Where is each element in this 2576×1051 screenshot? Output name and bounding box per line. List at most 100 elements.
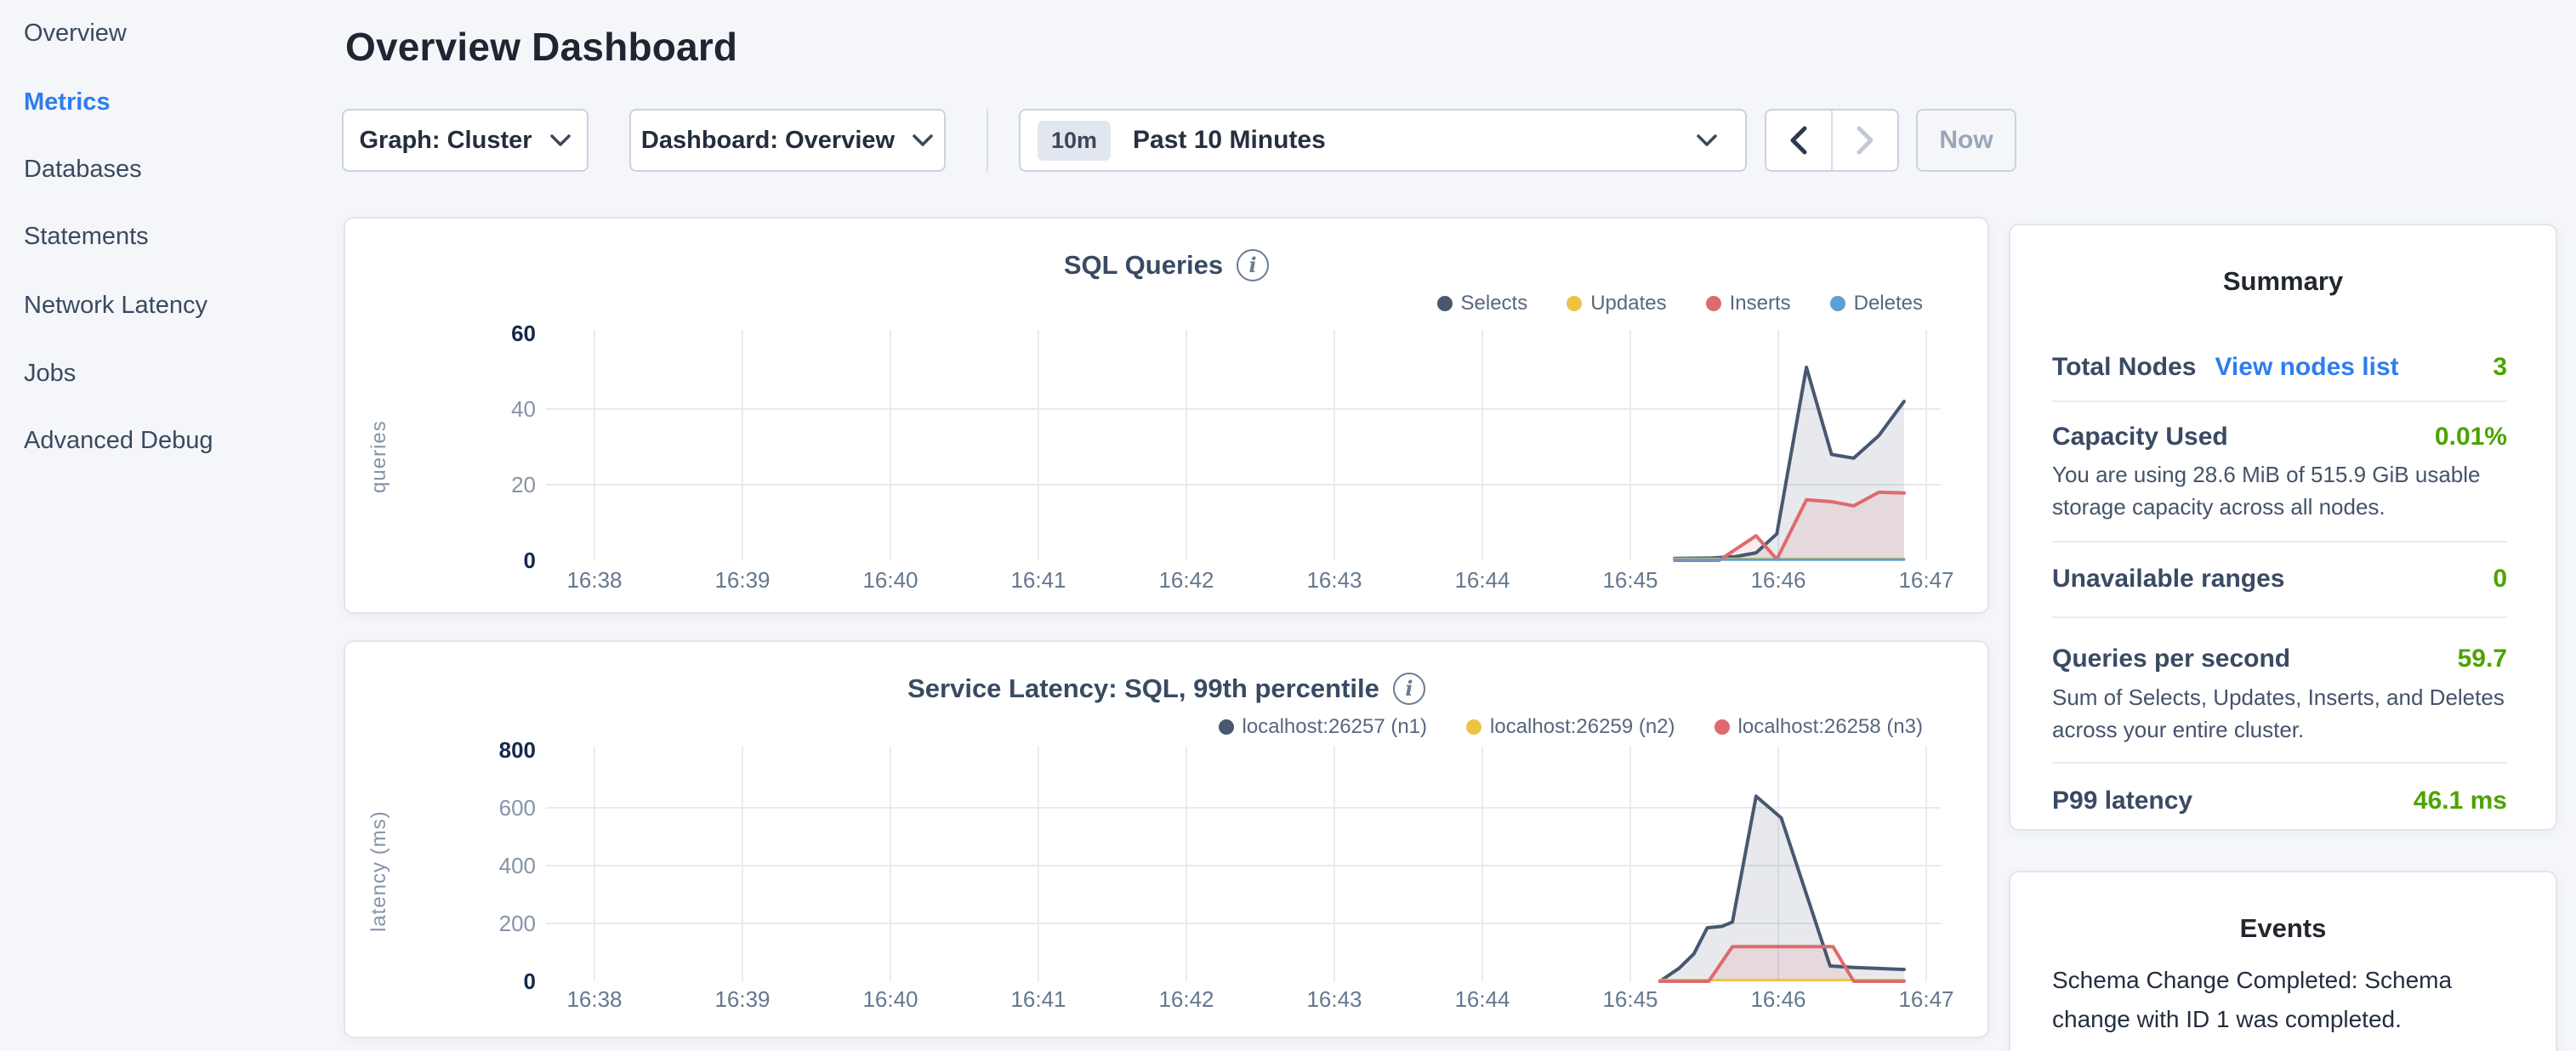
total-nodes-label: Total Nodes [2052,353,2196,382]
x-axis-tick: 16:45 [1571,564,1690,596]
capacity-used-description: You are using 28.6 MiB of 515.9 GiB usab… [2052,458,2522,523]
summary-row-p99: P99 latency 46.1 ms [2052,782,2507,820]
summary-title: Summary [2010,266,2556,297]
y-axis-tick: 800 [451,734,536,766]
qps-label: Queries per second [2052,645,2290,673]
legend-dot-icon [1466,719,1481,735]
summary-row-total-nodes: Total Nodes View nodes list 3 [2052,349,2507,386]
summary-row-capacity: Capacity Used 0.01% [2052,418,2507,456]
graph-scope-dropdown[interactable]: Graph: Cluster [342,109,589,172]
sidebar-item-statements[interactable]: Statements [24,218,149,255]
chart-legend: localhost:26257 (n1)localhost:26259 (n2)… [1219,715,1923,739]
dashboard-dropdown[interactable]: Dashboard: Overview [629,109,946,172]
time-step-buttons [1765,109,1899,172]
qps-description: Sum of Selects, Updates, Inserts, and De… [2052,681,2522,746]
y-axis-tick: 0 [451,965,536,997]
x-axis-tick: 16:47 [1867,564,1986,596]
chart-title: SQL Queries [1064,250,1223,281]
y-axis-tick: 40 [451,393,536,425]
time-range-badge: 10m [1038,121,1111,161]
x-axis-tick: 16:46 [1719,983,1838,1015]
admin-ui-root: OverviewMetricsDatabasesStatementsNetwor… [0,0,2576,1051]
y-axis-tick: 20 [451,469,536,501]
sidebar-item-network-latency[interactable]: Network Latency [24,287,208,324]
divider [2052,541,2507,543]
info-icon[interactable]: i [1393,673,1425,705]
chart-legend: SelectsUpdatesInsertsDeletes [1437,292,1924,315]
sidebar-item-overview[interactable]: Overview [24,14,127,52]
chevron-right-icon [1856,126,1874,155]
legend-item: Inserts [1706,292,1791,315]
x-axis-tick: 16:43 [1275,564,1394,596]
qps-value: 59.7 [2458,645,2507,673]
y-axis-tick: 600 [451,792,536,824]
info-icon[interactable]: i [1237,249,1269,281]
controls-divider [987,109,988,172]
x-axis-tick: 16:40 [831,564,950,596]
time-step-forward-button[interactable] [1831,111,1897,170]
legend-dot-icon [1830,296,1845,311]
service-latency-plot[interactable] [546,746,1941,992]
x-axis-tick: 16:44 [1423,983,1542,1015]
time-step-back-button[interactable] [1766,111,1831,170]
time-range-label: Past 10 Minutes [1133,126,1326,155]
dashboard-label: Dashboard: Overview [641,127,895,155]
x-axis-tick: 16:46 [1719,564,1838,596]
chevron-down-icon [912,134,934,147]
time-range-dropdown[interactable]: 10m Past 10 Minutes [1019,109,1747,172]
y-axis-title: queries [367,329,391,584]
capacity-used-label: Capacity Used [2052,423,2228,452]
sidebar-item-advanced-debug[interactable]: Advanced Debug [24,422,213,459]
sql-queries-chart-card: SQL Queries i SelectsUpdatesInsertsDelet… [344,217,1989,614]
chevron-down-icon [1696,134,1718,147]
x-axis-tick: 16:42 [1127,564,1246,596]
x-axis-tick: 16:47 [1867,983,1986,1015]
p99-latency-label: P99 latency [2052,787,2192,815]
event-message[interactable]: Schema Change Completed: Schema change w… [2052,961,2516,1039]
legend-dot-icon [1437,296,1453,311]
summary-row-unavailable-ranges: Unavailable ranges 0 [2052,560,2507,598]
events-title: Events [2010,913,2556,944]
total-nodes-value: 3 [2493,353,2507,382]
legend-item: Updates [1567,292,1666,315]
capacity-used-value: 0.01% [2435,423,2507,452]
x-axis-tick: 16:40 [831,983,950,1015]
legend-item: localhost:26257 (n1) [1219,715,1427,739]
legend-dot-icon [1706,296,1721,311]
sidebar-item-jobs[interactable]: Jobs [24,355,76,392]
p99-latency-value: 46.1 ms [2414,787,2507,815]
y-axis-tick: 400 [451,849,536,882]
x-axis-tick: 16:43 [1275,983,1394,1015]
x-axis-tick: 16:42 [1127,983,1246,1015]
x-axis-tick: 16:41 [979,983,1098,1015]
unavailable-ranges-label: Unavailable ranges [2052,565,2284,594]
legend-dot-icon [1714,719,1730,735]
legend-item: localhost:26258 (n3) [1714,715,1923,739]
x-axis-tick: 16:39 [683,564,802,596]
events-panel: Events Schema Change Completed: Schema c… [2009,871,2557,1051]
x-axis-tick: 16:41 [979,564,1098,596]
legend-dot-icon [1219,719,1234,735]
x-axis-tick: 16:39 [683,983,802,1015]
y-axis-tick: 0 [451,544,536,577]
chart-title: Service Latency: SQL, 99th percentile [907,673,1379,704]
chevron-down-icon [549,134,571,147]
unavailable-ranges-value: 0 [2493,565,2507,594]
legend-item: Selects [1437,292,1528,315]
summary-row-qps: Queries per second 59.7 [2052,640,2507,678]
page-title: Overview Dashboard [345,24,737,70]
view-nodes-list-link[interactable]: View nodes list [2215,353,2398,382]
y-axis-title: latency (ms) [367,744,391,999]
sql-queries-plot[interactable] [546,325,1941,571]
controls-bar: Graph: Cluster Dashboard: Overview 10m P… [0,109,2576,172]
divider [2052,762,2507,764]
y-axis-tick: 200 [451,907,536,940]
now-button[interactable]: Now [1916,109,2016,172]
x-axis-tick: 16:45 [1571,983,1690,1015]
legend-dot-icon [1567,296,1582,311]
y-axis-tick: 60 [451,317,536,349]
graph-scope-label: Graph: Cluster [359,127,532,155]
summary-panel: Summary Total Nodes View nodes list 3 Ca… [2009,224,2557,831]
divider [2052,616,2507,618]
x-axis-tick: 16:38 [535,564,654,596]
